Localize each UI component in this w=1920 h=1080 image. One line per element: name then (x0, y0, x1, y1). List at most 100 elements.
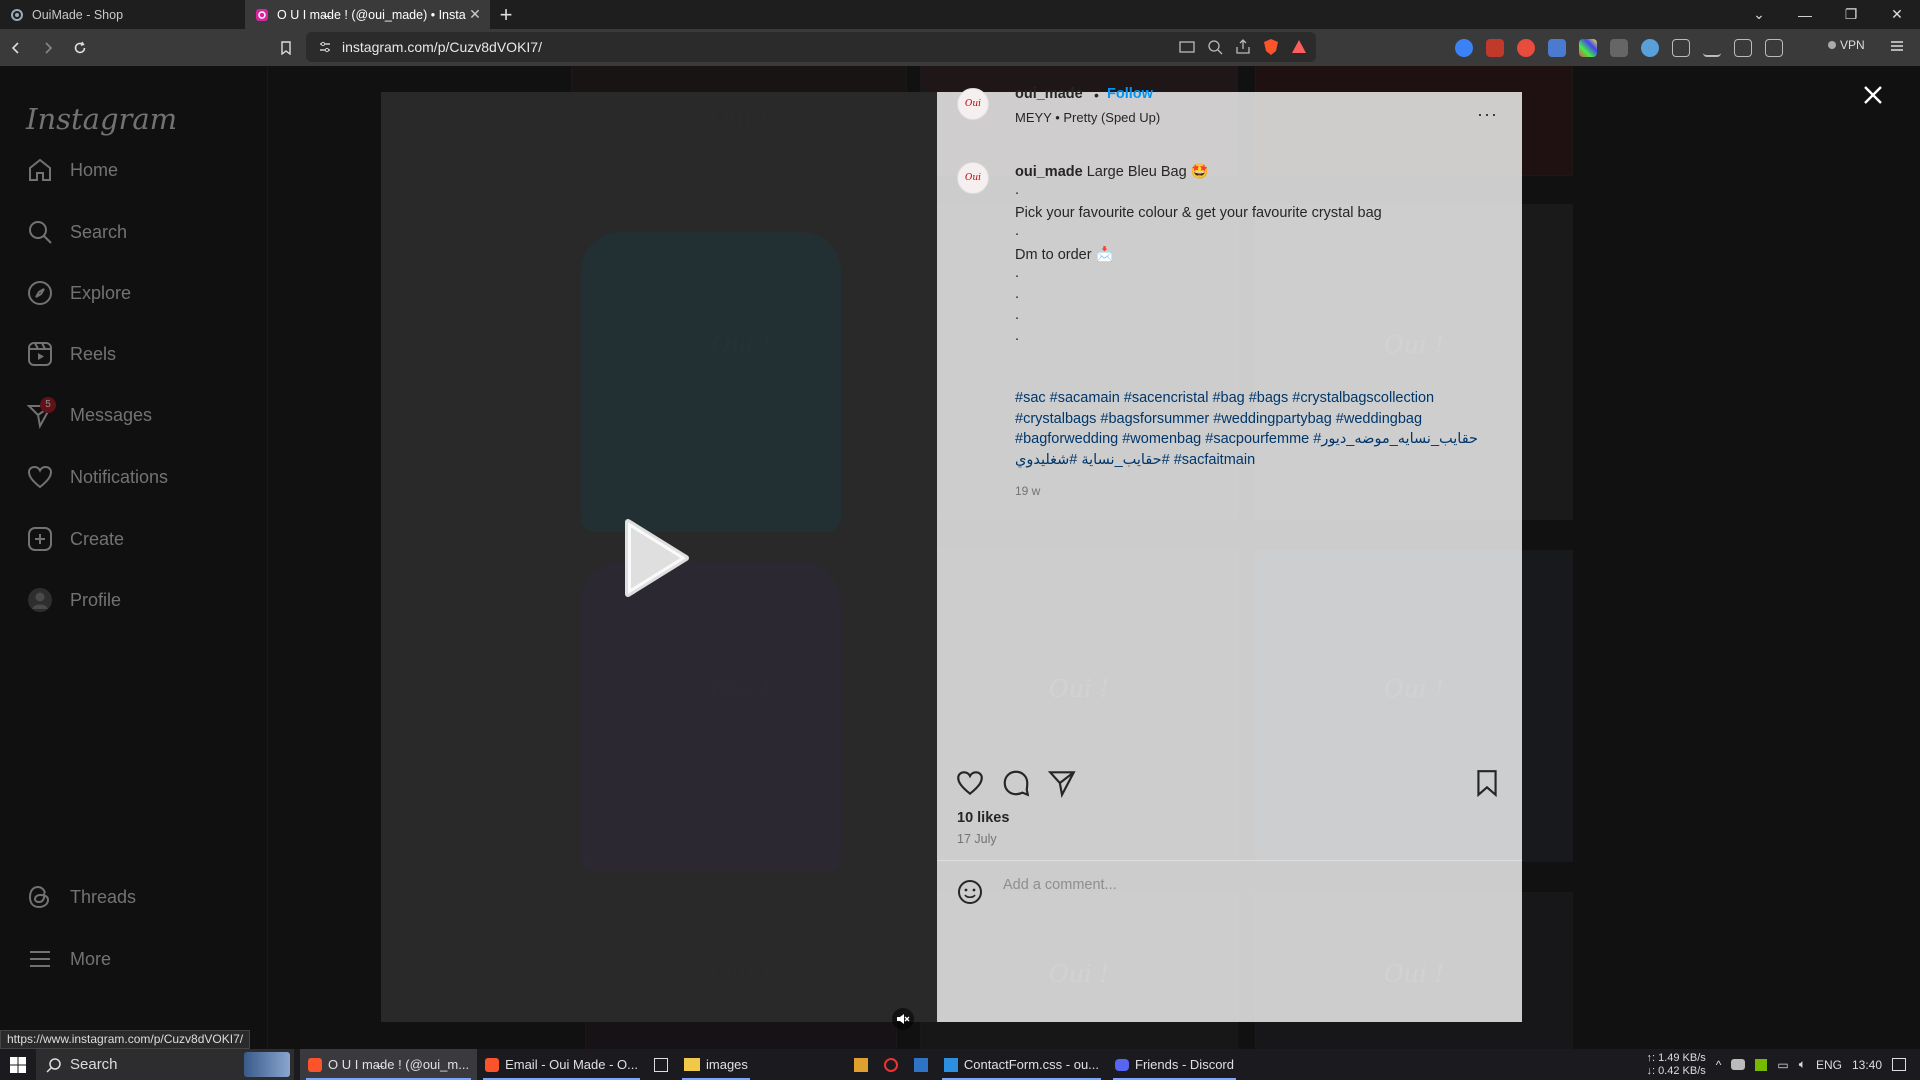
calendar-icon (654, 1057, 668, 1072)
post-header: Oui oui_made • Follow MEYY • Pretty (Spe… (937, 86, 1522, 152)
taskbar-item-app[interactable] (906, 1049, 936, 1080)
extensions-puzzle-icon[interactable] (1672, 38, 1690, 57)
minimize-button[interactable]: — (1782, 0, 1828, 29)
caption-line: Pick your favourite colour & get your fa… (1015, 205, 1382, 221)
hashtags[interactable]: #sac #sacamain #sacencristal #bag #bags … (1015, 388, 1495, 470)
video-frame (581, 232, 841, 532)
reload-button[interactable] (64, 29, 96, 66)
extension-icon[interactable] (1455, 38, 1473, 57)
taskbar-search[interactable]: Search (36, 1049, 294, 1080)
net-down: ↓: 0.42 KB/s (1646, 1064, 1706, 1077)
caption-line: . (1015, 307, 1020, 323)
back-button[interactable] (0, 29, 32, 66)
post-actions (955, 768, 1505, 802)
zoom-icon[interactable] (1206, 38, 1224, 56)
taskbar-item-images-folder[interactable]: images (676, 1049, 756, 1080)
bookmark-icon[interactable] (270, 29, 302, 66)
search-icon (46, 1057, 62, 1073)
nvidia-icon[interactable] (1755, 1058, 1768, 1071)
discord-tray-icon[interactable] (1731, 1059, 1746, 1070)
brave-shields-icon[interactable] (1262, 38, 1280, 56)
start-button[interactable] (0, 1049, 36, 1080)
taskbar-item-instagram[interactable]: O U I ma̶de ! (@oui_m... (300, 1049, 478, 1080)
cast-icon[interactable] (1178, 38, 1196, 56)
url-field[interactable]: instagram.com/p/Cuzv8dVOKI7/ (306, 32, 1316, 62)
close-window-button[interactable]: ✕ (1874, 0, 1920, 29)
download-icon[interactable] (1703, 39, 1721, 57)
network-icon[interactable]: ▭ (1777, 1058, 1788, 1072)
caption-header: oui_made Large Bleu Bag 🤩 (1015, 164, 1209, 181)
tab-search-icon[interactable]: ⌄ (1736, 0, 1782, 29)
avatar[interactable]: Oui (957, 88, 989, 120)
taskbar-item-calendar[interactable] (646, 1049, 676, 1080)
ublock-icon[interactable] (1486, 38, 1504, 57)
comment-box[interactable]: Add a comment... (937, 860, 1522, 920)
post-date: 17 July (957, 832, 997, 846)
mute-icon[interactable] (892, 1008, 914, 1030)
share-icon[interactable] (1234, 38, 1252, 56)
chevron-up-icon[interactable]: ^ (1716, 1058, 1722, 1072)
volume-icon[interactable]: 🔈︎ (1799, 1057, 1806, 1072)
instagram-icon (255, 8, 269, 22)
avatar[interactable]: Oui (957, 162, 989, 194)
play-icon[interactable] (620, 518, 690, 598)
caption-line: . (1015, 182, 1020, 198)
follow-button[interactable]: Follow (1107, 86, 1153, 102)
notifications-icon[interactable] (1892, 1058, 1906, 1071)
caption-line: . (1015, 286, 1020, 302)
tab-instagram[interactable]: O U I ma̶de ! (@oui_made) • Insta ✕ (245, 0, 490, 29)
like-icon[interactable] (955, 768, 985, 798)
post-username[interactable]: oui_made (1015, 86, 1083, 102)
taskbar-item-label: O U I ma̶de ! (@oui_m... (328, 1057, 470, 1072)
browser-menu-icon[interactable] (1888, 37, 1906, 55)
taskbar-item-label: ContactForm.css - ou... (963, 1057, 1100, 1072)
language-indicator[interactable]: ENG (1816, 1058, 1842, 1072)
save-icon[interactable] (1473, 768, 1501, 798)
windows-taskbar: Search O U I ma̶de ! (@oui_m... Email - … (0, 1049, 1920, 1080)
network-speed: ↑: 1.49 KB/s ↓: 0.42 KB/s (1646, 1052, 1705, 1078)
forward-button[interactable] (32, 29, 64, 66)
vpn-label: VPN (1840, 38, 1865, 52)
close-modal-button[interactable] (1858, 80, 1888, 110)
comment-input[interactable]: Add a comment... (1003, 877, 1117, 893)
caption-line: Dm to order 📩 (1015, 247, 1114, 263)
emoji-icon[interactable] (957, 879, 983, 905)
site-info-icon[interactable] (318, 40, 332, 54)
share-icon[interactable] (1047, 768, 1077, 798)
window-controls: ⌄ — ❐ ✕ (1736, 0, 1920, 29)
app-icon (853, 1057, 868, 1072)
wallet-icon[interactable] (1765, 38, 1783, 57)
tab-ouimade-shop[interactable]: OuiMade - Shop (0, 0, 245, 29)
clock[interactable]: 13:40 (1852, 1058, 1882, 1072)
color-picker-icon[interactable] (1579, 38, 1597, 57)
restore-button[interactable]: ❐ (1828, 0, 1874, 29)
taskbar-item-label: Friends - Discord (1135, 1057, 1234, 1072)
taskbar-item-app[interactable] (876, 1049, 906, 1080)
video-frame (581, 562, 841, 872)
extension-icon[interactable] (1610, 38, 1628, 57)
taskbar-item-vscode[interactable]: ContactForm.css - ou... (936, 1049, 1107, 1080)
separator-dot: • (1094, 87, 1099, 103)
audio-track[interactable]: MEYY • Pretty (Sped Up) (1015, 110, 1160, 125)
taskbar-item-email[interactable]: Email - Oui Made - O... (477, 1049, 646, 1080)
brave-rewards-icon[interactable] (1290, 38, 1308, 56)
record-icon (883, 1057, 898, 1072)
outlook-icon (913, 1057, 928, 1072)
discord-icon (1115, 1058, 1130, 1071)
caption-line: . (1015, 223, 1020, 239)
taskbar-item-app[interactable] (846, 1049, 876, 1080)
comment-icon[interactable] (1001, 768, 1031, 798)
new-tab-button[interactable]: + (490, 0, 522, 29)
sidebar-icon[interactable] (1734, 38, 1752, 57)
extension-icon[interactable] (1517, 38, 1535, 57)
close-tab-icon[interactable]: ✕ (468, 6, 482, 23)
vpn-button[interactable]: VPN (1828, 38, 1865, 52)
more-options-icon[interactable]: ··· (1477, 104, 1498, 125)
caption-username[interactable]: oui_made (1015, 164, 1083, 180)
extension-icon[interactable] (1548, 38, 1566, 57)
likes-count[interactable]: 10 likes (957, 810, 1009, 826)
taskbar-item-discord[interactable]: Friends - Discord (1107, 1049, 1242, 1080)
extensions-toolbar (1455, 29, 1783, 66)
taskbar-item-label: images (706, 1057, 748, 1072)
react-devtools-icon[interactable] (1641, 38, 1659, 57)
